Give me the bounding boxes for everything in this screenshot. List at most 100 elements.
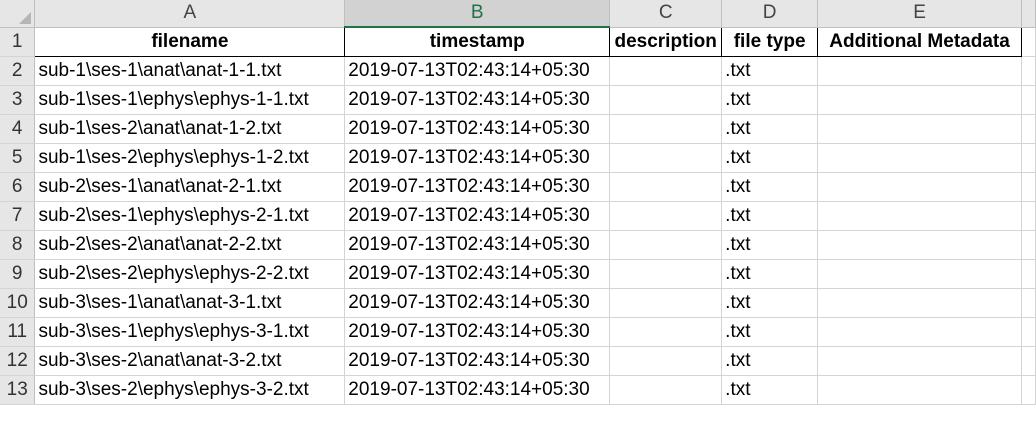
metadata-cell[interactable] <box>817 114 1022 144</box>
row-header[interactable]: 7 <box>0 201 36 231</box>
select-all-corner[interactable] <box>0 0 36 28</box>
metadata-cell[interactable] <box>817 288 1022 318</box>
column-header-c[interactable]: C <box>609 0 723 28</box>
metadata-cell[interactable] <box>817 201 1022 231</box>
metadata-cell[interactable] <box>817 143 1022 173</box>
metadata-cell[interactable] <box>817 259 1022 289</box>
column-header-f-partial[interactable] <box>1021 0 1036 28</box>
column-header-a[interactable]: A <box>34 0 346 28</box>
header-cell-file-type[interactable]: file type <box>721 26 819 57</box>
description-cell[interactable] <box>609 259 723 289</box>
description-cell[interactable] <box>609 288 723 318</box>
file-type-cell[interactable]: .txt <box>721 346 819 376</box>
file-type-cell[interactable]: .txt <box>721 375 819 405</box>
grid-cell[interactable] <box>1021 56 1036 86</box>
description-cell[interactable] <box>609 114 723 144</box>
filename-cell[interactable]: sub-1\ses-2\anat\anat-1-2.txt <box>34 114 346 144</box>
file-type-cell[interactable]: .txt <box>721 317 819 347</box>
file-type-cell[interactable]: .txt <box>721 172 819 202</box>
row-header[interactable]: 2 <box>0 56 36 86</box>
filename-cell[interactable]: sub-1\ses-1\ephys\ephys-1-1.txt <box>34 85 346 115</box>
filename-cell[interactable]: sub-1\ses-1\anat\anat-1-1.txt <box>34 56 346 86</box>
header-cell-additional-metadata[interactable]: Additional Metadata <box>817 26 1022 57</box>
row-header[interactable]: 10 <box>0 288 36 318</box>
filename-cell[interactable]: sub-3\ses-1\anat\anat-3-1.txt <box>34 288 346 318</box>
row-header[interactable]: 12 <box>0 346 36 376</box>
grid-cell[interactable] <box>1021 259 1036 289</box>
metadata-cell[interactable] <box>817 317 1022 347</box>
file-type-cell[interactable]: .txt <box>721 230 819 260</box>
row-header[interactable]: 11 <box>0 317 36 347</box>
timestamp-cell[interactable]: 2019-07-13T02:43:14+05:30 <box>344 259 611 289</box>
grid-cell[interactable] <box>1021 230 1036 260</box>
timestamp-cell[interactable]: 2019-07-13T02:43:14+05:30 <box>344 143 611 173</box>
description-cell[interactable] <box>609 201 723 231</box>
description-cell[interactable] <box>609 56 723 86</box>
description-cell[interactable] <box>609 375 723 405</box>
file-type-cell[interactable]: .txt <box>721 259 819 289</box>
timestamp-cell[interactable]: 2019-07-13T02:43:14+05:30 <box>344 85 611 115</box>
row-header[interactable]: 9 <box>0 259 36 289</box>
row-header[interactable]: 8 <box>0 230 36 260</box>
timestamp-cell[interactable]: 2019-07-13T02:43:14+05:30 <box>344 346 611 376</box>
grid-cell[interactable] <box>1021 85 1036 115</box>
file-type-cell[interactable]: .txt <box>721 85 819 115</box>
row-header[interactable]: 13 <box>0 375 36 405</box>
row-header[interactable]: 5 <box>0 143 36 173</box>
header-cell-filename[interactable]: filename <box>34 26 346 57</box>
metadata-cell[interactable] <box>817 346 1022 376</box>
description-cell[interactable] <box>609 143 723 173</box>
column-header-e[interactable]: E <box>817 0 1022 28</box>
header-cell-description[interactable]: description <box>609 26 723 57</box>
filename-cell[interactable]: sub-3\ses-2\anat\anat-3-2.txt <box>34 346 346 376</box>
metadata-cell[interactable] <box>817 172 1022 202</box>
timestamp-cell[interactable]: 2019-07-13T02:43:14+05:30 <box>344 317 611 347</box>
grid-cell[interactable] <box>1021 317 1036 347</box>
grid-cell[interactable] <box>1021 143 1036 173</box>
filename-cell[interactable]: sub-3\ses-2\ephys\ephys-3-2.txt <box>34 375 346 405</box>
timestamp-cell[interactable]: 2019-07-13T02:43:14+05:30 <box>344 56 611 86</box>
file-type-cell[interactable]: .txt <box>721 56 819 86</box>
filename-cell[interactable]: sub-2\ses-1\anat\anat-2-1.txt <box>34 172 346 202</box>
timestamp-cell[interactable]: 2019-07-13T02:43:14+05:30 <box>344 230 611 260</box>
file-type-cell[interactable]: .txt <box>721 288 819 318</box>
timestamp-cell[interactable]: 2019-07-13T02:43:14+05:30 <box>344 114 611 144</box>
description-cell[interactable] <box>609 172 723 202</box>
timestamp-cell[interactable]: 2019-07-13T02:43:14+05:30 <box>344 172 611 202</box>
file-type-cell[interactable]: .txt <box>721 114 819 144</box>
header-cell-timestamp[interactable]: timestamp <box>344 26 611 57</box>
table-row: 10 sub-3\ses-1\anat\anat-3-1.txt 2019-07-1… <box>0 288 1036 318</box>
metadata-cell[interactable] <box>817 56 1022 86</box>
table-row: 13 sub-3\ses-2\ephys\ephys-3-2.txt 2019-07… <box>0 375 1036 405</box>
filename-cell[interactable]: sub-3\ses-1\ephys\ephys-3-1.txt <box>34 317 346 347</box>
timestamp-cell[interactable]: 2019-07-13T02:43:14+05:30 <box>344 375 611 405</box>
description-cell[interactable] <box>609 85 723 115</box>
description-cell[interactable] <box>609 317 723 347</box>
grid-cell[interactable] <box>1021 375 1036 405</box>
grid-cell[interactable] <box>1021 288 1036 318</box>
description-cell[interactable] <box>609 346 723 376</box>
filename-cell[interactable]: sub-2\ses-2\ephys\ephys-2-2.txt <box>34 259 346 289</box>
timestamp-cell[interactable]: 2019-07-13T02:43:14+05:30 <box>344 288 611 318</box>
filename-cell[interactable]: sub-1\ses-2\ephys\ephys-1-2.txt <box>34 143 346 173</box>
grid-cell[interactable] <box>1021 201 1036 231</box>
column-header-d[interactable]: D <box>721 0 819 28</box>
column-header-b[interactable]: B <box>344 0 611 28</box>
row-header[interactable]: 6 <box>0 172 36 202</box>
grid-cell[interactable] <box>1021 172 1036 202</box>
row-header[interactable]: 1 <box>0 27 36 57</box>
metadata-cell[interactable] <box>817 230 1022 260</box>
filename-cell[interactable]: sub-2\ses-1\ephys\ephys-2-1.txt <box>34 201 346 231</box>
metadata-cell[interactable] <box>817 375 1022 405</box>
description-cell[interactable] <box>609 230 723 260</box>
row-header[interactable]: 3 <box>0 85 36 115</box>
row-header[interactable]: 4 <box>0 114 36 144</box>
grid-cell[interactable] <box>1021 26 1036 57</box>
file-type-cell[interactable]: .txt <box>721 143 819 173</box>
metadata-cell[interactable] <box>817 85 1022 115</box>
grid-cell[interactable] <box>1021 114 1036 144</box>
timestamp-cell[interactable]: 2019-07-13T02:43:14+05:30 <box>344 201 611 231</box>
grid-cell[interactable] <box>1021 346 1036 376</box>
filename-cell[interactable]: sub-2\ses-2\anat\anat-2-2.txt <box>34 230 346 260</box>
file-type-cell[interactable]: .txt <box>721 201 819 231</box>
